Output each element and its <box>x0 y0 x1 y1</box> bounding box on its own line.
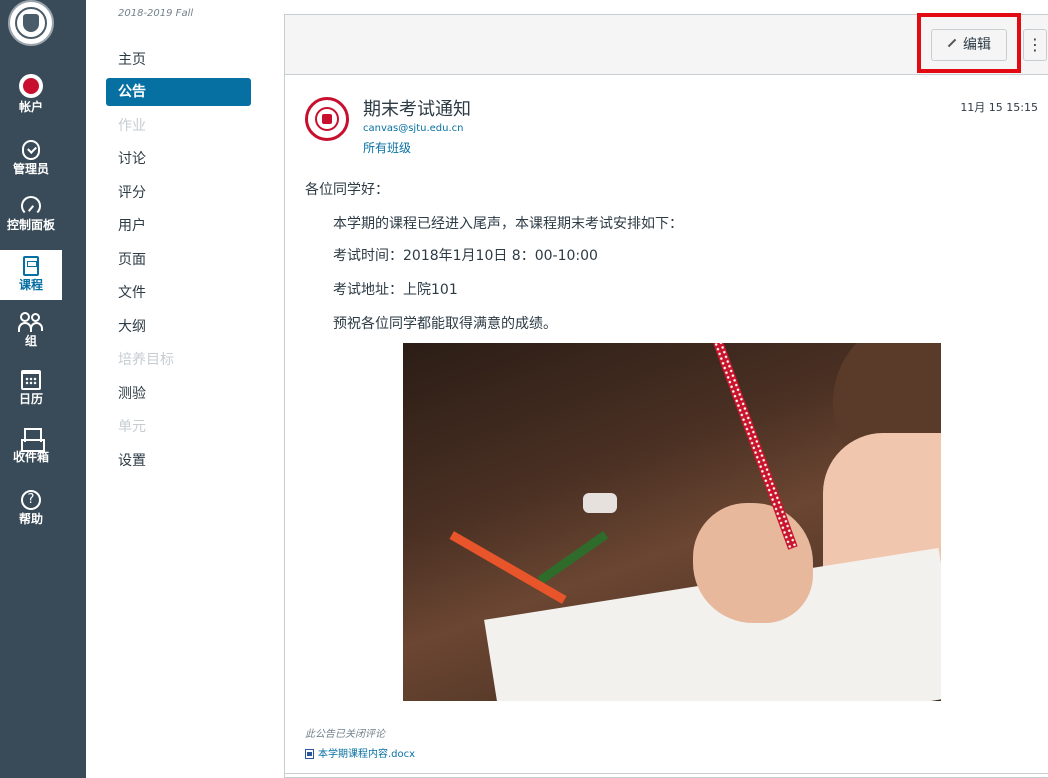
course-nav-modules: 单元 <box>118 419 146 435</box>
nav-account[interactable]: 帐户 <box>0 74 62 114</box>
course-nav-assignments: 作业 <box>118 118 146 134</box>
admin-shield-icon <box>22 140 40 160</box>
dashboard-gauge-icon <box>21 196 41 216</box>
course-nav-settings[interactable]: 设置 <box>106 447 251 475</box>
course-nav-syllabus[interactable]: 大纲 <box>106 313 251 341</box>
course-nav-announcements[interactable]: 公告 <box>106 78 251 106</box>
course-nav-outcomes: 培养目标 <box>118 352 174 368</box>
nav-inbox[interactable]: 收件箱 <box>0 428 62 464</box>
nav-calendar-label: 日历 <box>18 392 43 406</box>
nav-dashboard-label: 控制面板 <box>6 218 55 232</box>
global-nav: 帐户 管理员 控制面板 课程 组 日历 收件箱 ? 帮助 <box>0 0 86 778</box>
nav-courses-label: 课程 <box>18 278 43 292</box>
announcement-date: 11月 15 15:15 <box>960 101 1038 114</box>
nav-groups-label: 组 <box>24 334 37 348</box>
divider <box>285 773 1048 774</box>
course-nav-quizzes[interactable]: 测验 <box>106 380 251 408</box>
account-avatar-icon <box>19 74 43 98</box>
course-nav-discussions[interactable]: 讨论 <box>106 145 251 173</box>
nav-inbox-label: 收件箱 <box>12 450 49 464</box>
term-label: 2018-2019 Fall <box>118 8 194 19</box>
author-avatar <box>305 97 349 141</box>
calendar-icon <box>21 370 41 390</box>
announcement-title: 期末考试通知 <box>363 99 471 120</box>
announcement-toolbar: 编辑 ⋮ <box>285 13 1048 75</box>
edit-highlight-box <box>917 13 1021 73</box>
announcement-greeting: 各位同学好： <box>305 182 389 198</box>
help-icon: ? <box>21 490 41 510</box>
inbox-icon <box>21 428 45 452</box>
comments-closed-note: 此公告已关闭评论 <box>305 729 385 740</box>
attachment-filename: 本学期课程内容.docx <box>318 749 416 760</box>
nav-groups[interactable]: 组 <box>0 312 62 348</box>
announcement-paragraph: 考试时间：2018年1月10日 8：00-10:00 <box>333 248 598 264</box>
announcement-paragraph: 预祝各位同学都能取得满意的成绩。 <box>333 316 557 332</box>
course-nav-people[interactable]: 用户 <box>106 212 251 240</box>
announcement-author[interactable]: canvas@sjtu.edu.cn <box>363 123 464 134</box>
announcement-image <box>403 343 941 701</box>
course-nav: 2018-2019 Fall 主页 公告 作业 讨论 评分 用户 页面 文件 大… <box>86 0 266 778</box>
nav-courses[interactable]: 课程 <box>0 250 62 300</box>
courses-book-icon <box>23 256 39 276</box>
nav-dashboard[interactable]: 控制面板 <box>0 196 62 232</box>
nav-account-label: 帐户 <box>18 100 43 114</box>
course-nav-files[interactable]: 文件 <box>106 279 251 307</box>
announcement-paragraph: 本学期的课程已经进入尾声，本课程期末考试安排如下： <box>333 216 683 232</box>
nav-calendar[interactable]: 日历 <box>0 370 62 406</box>
course-nav-home[interactable]: 主页 <box>106 46 251 74</box>
nav-admin-label: 管理员 <box>12 162 49 176</box>
course-nav-pages[interactable]: 页面 <box>106 246 251 274</box>
nav-help-label: 帮助 <box>18 512 43 526</box>
announcement-panel: 编辑 ⋮ 期末考试通知 canvas@sjtu.edu.cn 所有班级 11月 … <box>284 13 1048 778</box>
announcement-section[interactable]: 所有班级 <box>363 139 411 156</box>
attachment-link[interactable]: 本学期课程内容.docx <box>305 745 415 760</box>
groups-people-icon <box>18 312 44 332</box>
more-options-button[interactable]: ⋮ <box>1023 29 1047 61</box>
word-doc-icon <box>305 749 314 759</box>
course-nav-grades[interactable]: 评分 <box>106 179 251 207</box>
nav-admin[interactable]: 管理员 <box>0 140 62 176</box>
university-logo-icon[interactable] <box>8 0 54 46</box>
announcement-paragraph: 考试地址：上院101 <box>333 282 458 298</box>
nav-help[interactable]: ? 帮助 <box>0 490 62 526</box>
